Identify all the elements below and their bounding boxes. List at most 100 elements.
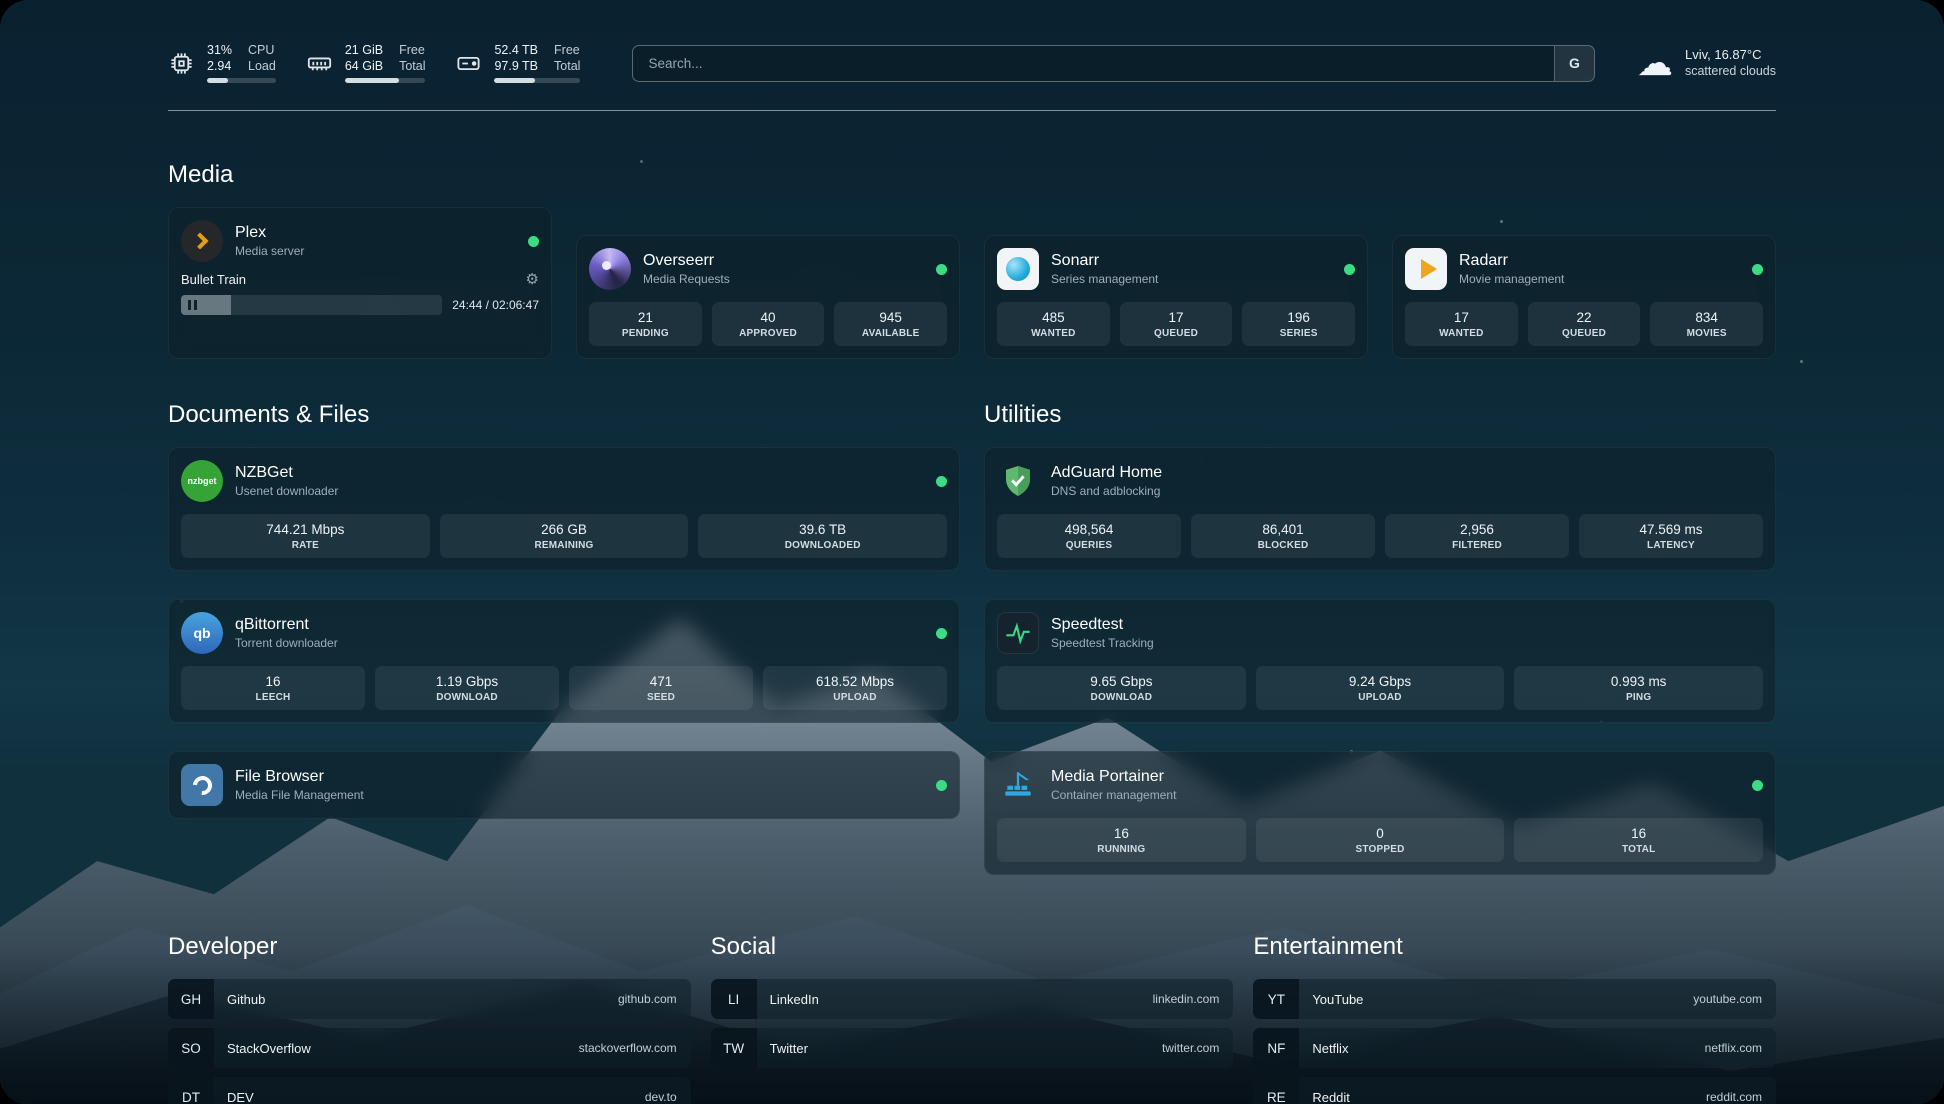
service-subtitle: Media server <box>235 244 304 258</box>
service-card-overseerr[interactable]: Overseerr Media Requests 21PENDING 40APP… <box>576 235 960 359</box>
now-playing-title: Bullet Train <box>181 272 246 287</box>
top-bar: 31% CPU 2.94 Load 21 GiB Free 64 <box>168 36 1776 90</box>
memory-icon <box>306 50 333 77</box>
service-name: Media Portainer <box>1051 768 1176 786</box>
link-dev-to[interactable]: DT DEV dev.to <box>168 1077 691 1104</box>
link-name: DEV <box>214 1090 254 1104</box>
stat-latency: 47.569 msLATENCY <box>1579 514 1763 558</box>
status-dot <box>1752 264 1763 275</box>
memory-total-value: 64 GiB <box>345 59 383 74</box>
link-reddit[interactable]: RE Reddit reddit.com <box>1253 1077 1776 1104</box>
stat-queued: 22QUEUED <box>1528 302 1641 346</box>
stat-upload: 9.24 GbpsUPLOAD <box>1256 666 1505 710</box>
playback-time: 24:44 / 02:06:47 <box>452 298 539 312</box>
disk-widget: 52.4 TB Free 97.9 TB Total <box>455 43 580 83</box>
memory-free-value: 21 GiB <box>345 43 383 58</box>
memory-free-label: Free <box>399 43 425 58</box>
link-youtube[interactable]: YT YouTube youtube.com <box>1253 979 1776 1019</box>
stat-upload: 618.52 MbpsUPLOAD <box>763 666 947 710</box>
service-subtitle: Series management <box>1051 272 1158 286</box>
cpu-widget: 31% CPU 2.94 Load <box>168 43 276 83</box>
playback-progress-bar[interactable] <box>181 295 442 315</box>
service-card-speedtest[interactable]: Speedtest Speedtest Tracking 9.65 GbpsDO… <box>984 599 1776 723</box>
gear-icon[interactable] <box>526 272 539 287</box>
service-card-plex[interactable]: Plex Media server Bullet Train <box>168 207 552 359</box>
link-name: Reddit <box>1299 1090 1350 1104</box>
section-utilities: Utilities AdGuard Home DNS and adblockin… <box>984 401 1776 875</box>
link-abbr: LI <box>711 979 757 1019</box>
service-card-filebrowser[interactable]: File Browser Media File Management <box>168 751 960 819</box>
link-url: youtube.com <box>1693 992 1776 1006</box>
search-input[interactable] <box>633 46 1554 81</box>
topbar-divider <box>168 110 1776 111</box>
link-github[interactable]: GH Github github.com <box>168 979 691 1019</box>
disk-icon <box>455 50 482 77</box>
cpu-icon <box>168 50 195 77</box>
service-name: Radarr <box>1459 252 1564 270</box>
link-netflix[interactable]: NF Netflix netflix.com <box>1253 1028 1776 1068</box>
service-card-nzbget[interactable]: nzbget NZBGet Usenet downloader 744.21 M… <box>168 447 960 571</box>
status-dot <box>1344 264 1355 275</box>
link-abbr: GH <box>168 979 214 1019</box>
link-url: twitter.com <box>1162 1041 1233 1055</box>
stat-filtered: 2,956FILTERED <box>1385 514 1569 558</box>
link-twitter[interactable]: TW Twitter twitter.com <box>711 1028 1234 1068</box>
service-card-adguard[interactable]: AdGuard Home DNS and adblocking 498,564Q… <box>984 447 1776 571</box>
service-name: NZBGet <box>235 464 338 482</box>
stat-download: 9.65 GbpsDOWNLOAD <box>997 666 1246 710</box>
stat-queued: 17QUEUED <box>1120 302 1233 346</box>
search-provider-button[interactable]: G <box>1554 46 1594 81</box>
status-dot <box>936 264 947 275</box>
cloud-icon <box>1637 45 1673 81</box>
service-subtitle: Media File Management <box>235 788 364 802</box>
stat-rate: 744.21 MbpsRATE <box>181 514 430 558</box>
disk-free-label: Free <box>554 43 580 58</box>
link-url: stackoverflow.com <box>579 1041 691 1055</box>
stat-ping: 0.993 msPING <box>1514 666 1763 710</box>
stat-blocked: 86,401BLOCKED <box>1191 514 1375 558</box>
service-card-qbittorrent[interactable]: qb qBittorrent Torrent downloader 16LEEC… <box>168 599 960 723</box>
link-url: reddit.com <box>1706 1090 1776 1104</box>
weather-location-temp: Lviv, 16.87°C <box>1685 46 1776 63</box>
weather-widget: Lviv, 16.87°C scattered clouds <box>1637 45 1776 81</box>
qbittorrent-icon: qb <box>181 612 223 654</box>
stat-pending: 21PENDING <box>589 302 702 346</box>
service-name: Sonarr <box>1051 252 1158 270</box>
stat-available: 945AVAILABLE <box>834 302 947 346</box>
stat-stopped: 0STOPPED <box>1256 818 1505 862</box>
service-subtitle: Speedtest Tracking <box>1051 636 1154 650</box>
link-linkedin[interactable]: LI LinkedIn linkedin.com <box>711 979 1234 1019</box>
stat-downloaded: 39.6 TBDOWNLOADED <box>698 514 947 558</box>
service-card-sonarr[interactable]: Sonarr Series management 485WANTED 17QUE… <box>984 235 1368 359</box>
service-subtitle: Torrent downloader <box>235 636 338 650</box>
link-abbr: RE <box>1253 1077 1299 1104</box>
service-name: Speedtest <box>1051 616 1154 634</box>
stat-queries: 498,564QUERIES <box>997 514 1181 558</box>
search-bar: G <box>632 45 1595 82</box>
service-subtitle: Container management <box>1051 788 1176 802</box>
service-card-radarr[interactable]: Radarr Movie management 17WANTED 22QUEUE… <box>1392 235 1776 359</box>
stat-total: 16TOTAL <box>1514 818 1763 862</box>
stat-remaining: 266 GBREMAINING <box>440 514 689 558</box>
link-name: Twitter <box>757 1041 808 1056</box>
section-title-documents: Documents & Files <box>168 401 960 429</box>
link-stackoverflow[interactable]: SO StackOverflow stackoverflow.com <box>168 1028 691 1068</box>
service-card-portainer[interactable]: Media Portainer Container management 16R… <box>984 751 1776 875</box>
stat-running: 16RUNNING <box>997 818 1246 862</box>
overseerr-icon <box>589 248 631 290</box>
memory-widget: 21 GiB Free 64 GiB Total <box>306 43 426 83</box>
link-url: dev.to <box>645 1090 691 1104</box>
service-name: qBittorrent <box>235 616 338 634</box>
pause-icon[interactable] <box>188 300 197 310</box>
section-title-media: Media <box>168 161 1776 189</box>
service-name: Overseerr <box>643 252 730 270</box>
filebrowser-icon <box>181 764 223 806</box>
link-abbr: YT <box>1253 979 1299 1019</box>
service-subtitle: Movie management <box>1459 272 1564 286</box>
disk-total-label: Total <box>554 59 580 74</box>
cpu-label: CPU <box>248 43 276 58</box>
link-url: github.com <box>618 992 691 1006</box>
section-title-developer: Developer <box>168 933 691 961</box>
status-dot <box>936 780 947 791</box>
link-name: LinkedIn <box>757 992 819 1007</box>
